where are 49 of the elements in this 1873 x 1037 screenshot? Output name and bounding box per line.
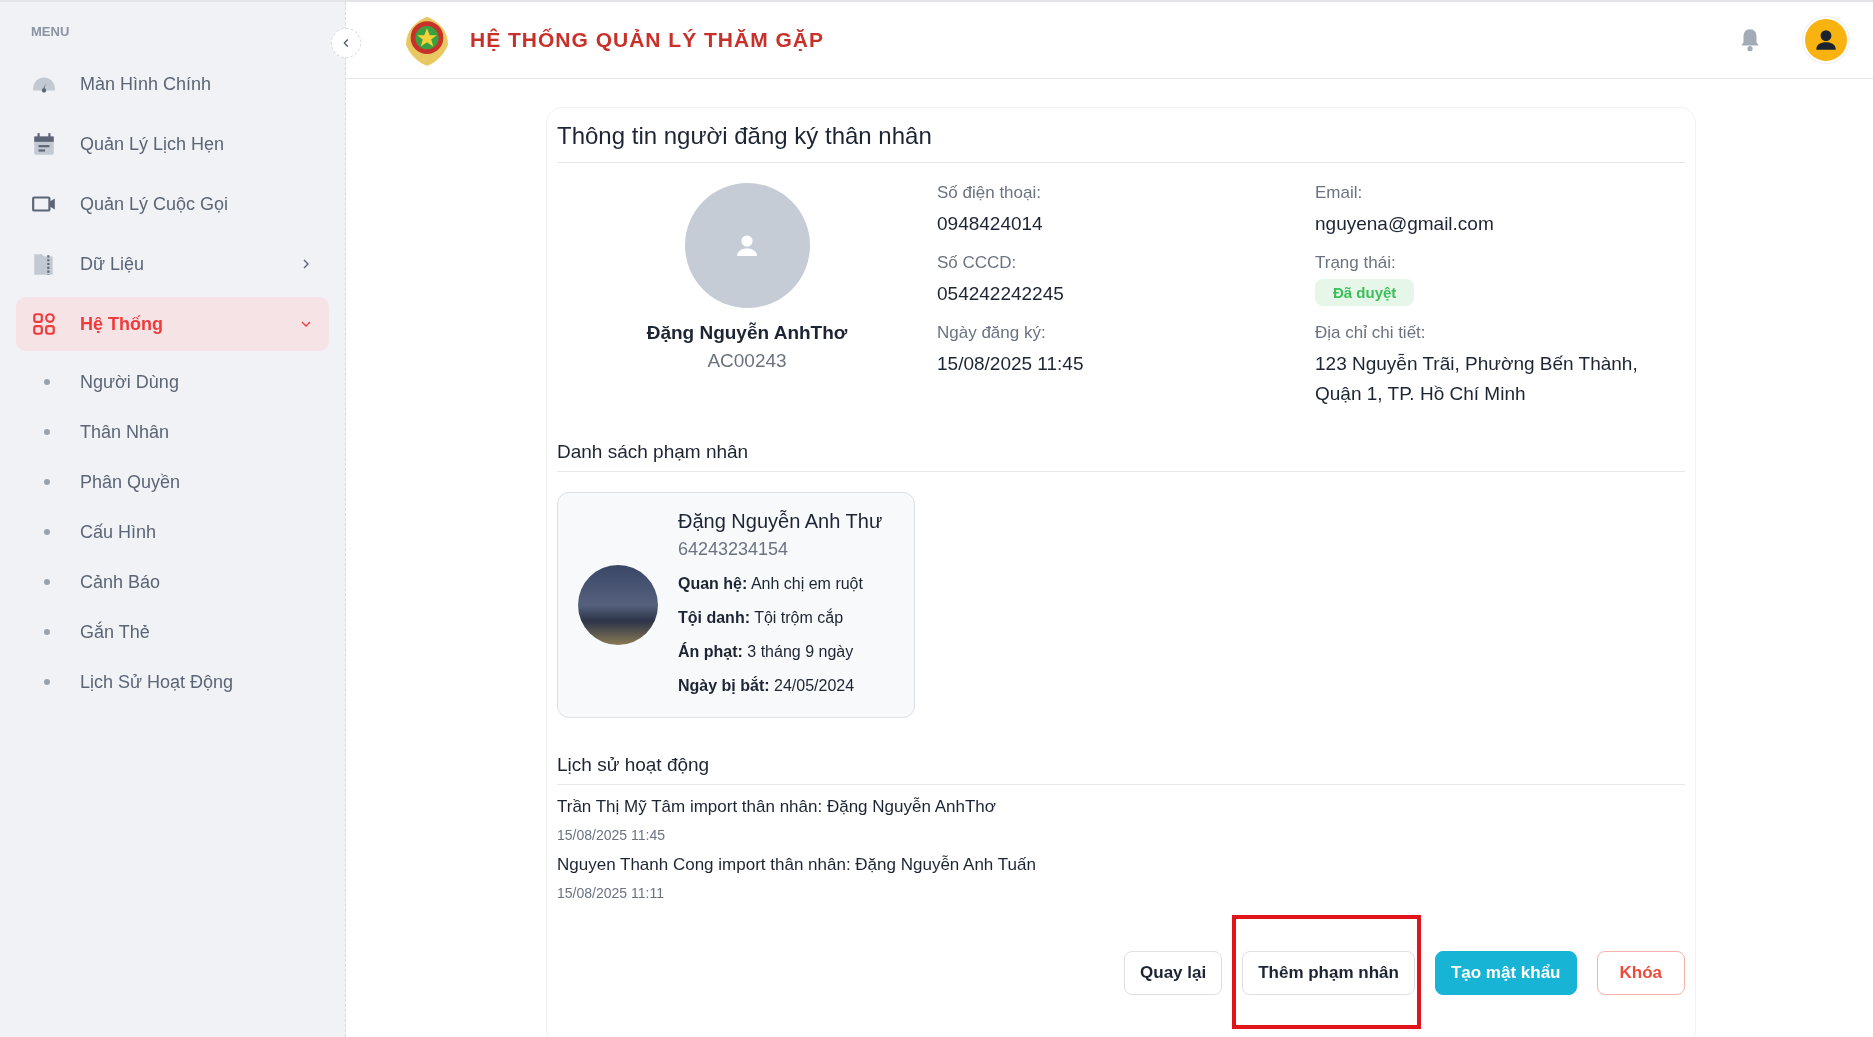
field-value: 15/08/2025 11:45 — [937, 352, 1085, 376]
history-time: 15/08/2025 11:11 — [557, 885, 665, 901]
action-button[interactable]: Quay lại — [1124, 951, 1223, 995]
history-entry: Nguyen Thanh Cong import thân nhân: Đặng Nguyễn Anh Tuấn — [557, 855, 1037, 875]
person-icon — [1813, 27, 1839, 53]
field-value: 0948424014 — [937, 212, 1044, 236]
detail-text: Tội danh: Tội trộm cắp — [678, 607, 845, 628]
detail-text: Quan hệ: Anh chị em ruột — [678, 574, 864, 594]
nav-item[interactable]: Màn Hình Chính — [16, 57, 329, 111]
field-label: Ngày đăng ký: — [937, 323, 1047, 343]
nav-item[interactable]: Hệ Thống — [16, 297, 329, 351]
field-label: Email: — [1315, 183, 1364, 203]
field-value: nguyena@gmail.com — [1315, 212, 1495, 236]
detail-text: Ngày bị bắt: 24/05/2024 — [678, 675, 856, 696]
nav-item[interactable]: Quản Lý Cuộc Gọi — [16, 177, 329, 231]
submenu-item[interactable]: Gắn Thẻ — [16, 607, 329, 657]
detail-text: Án phạt: 3 tháng 9 ngày — [678, 641, 855, 662]
submenu-item[interactable]: Phân Quyền — [16, 457, 329, 507]
field-label: Số điện thoại: — [937, 183, 1042, 203]
app-title: HỆ THỐNG QUẢN LÝ THĂM GẶP — [470, 28, 824, 52]
field-value: 123 Nguyễn Trãi, Phường Bến Thành, Quận 1, TP. Hồ Chí Minh — [1315, 352, 1639, 406]
grid-icon — [31, 311, 57, 337]
field-label: Trạng thái: — [1315, 253, 1397, 273]
field-label: Số CCCD: — [937, 253, 1018, 273]
prisoner-name: Đặng Nguyễn Anh Thư — [678, 510, 883, 533]
field-label: Địa chỉ chi tiết: — [1315, 323, 1427, 343]
section-title: Lịch sử hoạt động — [557, 740, 1685, 785]
submenu-item[interactable]: Cấu Hình — [16, 507, 329, 557]
field-value: 054242242245 — [937, 282, 1065, 306]
section-title: Thông tin người đăng ký thân nhân — [557, 118, 1685, 163]
prisoner-code: 64243234154 — [678, 539, 790, 560]
submenu-item[interactable]: Cảnh Báo — [16, 557, 329, 607]
nav-item[interactable]: Quản Lý Lịch Hẹn — [16, 117, 329, 171]
action-button[interactable]: Thêm phạm nhân — [1242, 951, 1415, 995]
person-code: AC00243 — [707, 350, 787, 372]
calendar-icon — [31, 131, 57, 157]
submenu-item[interactable]: Thân Nhân — [16, 407, 329, 457]
submenu-item[interactable]: Người Dùng — [16, 357, 329, 407]
section-title: Danh sách phạm nhân — [557, 427, 1685, 472]
submenu-item[interactable]: Lịch Sử Hoạt Động — [16, 657, 329, 707]
person-name: Đặng Nguyễn AnhThơ — [646, 322, 848, 344]
prisoner-card[interactable]: Đặng Nguyễn Anh Thư 64243234154 Quan hệ: Anh chị em ruột Tội danh: Tội trộm cắp Án phạt: 3 tháng 9 ngày Ngày bị bắt: 24/05/2024 — [557, 492, 915, 718]
menu-heading: MENU — [30, 24, 71, 39]
action-button[interactable]: Khóa — [1596, 951, 1685, 995]
nav-item[interactable]: Dữ Liệu — [16, 237, 329, 291]
history-entry: Trần Thị Mỹ Tâm import thân nhân: Đặng Nguyễn AnhThơ — [557, 797, 997, 817]
history-time: 15/08/2025 11:45 — [557, 827, 666, 843]
user-avatar[interactable] — [1803, 17, 1849, 63]
status-badge: Đã duyệt — [1315, 279, 1415, 306]
